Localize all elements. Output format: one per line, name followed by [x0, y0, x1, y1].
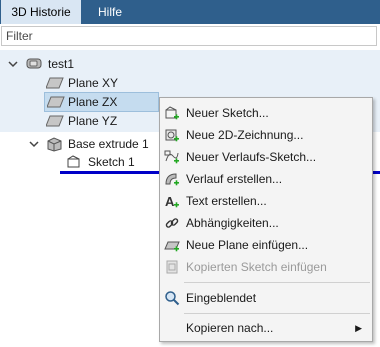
menu-label: Verlauf erstellen... [186, 172, 283, 186]
insert-plane-icon [164, 241, 180, 252]
plane-yz-label: Plane YZ [68, 114, 118, 128]
base-extrude-label: Base extrude 1 [68, 137, 149, 151]
menu-label: Text erstellen... [186, 194, 267, 208]
new-sketch-icon [165, 106, 179, 120]
create-text-icon: A [165, 194, 179, 209]
menu-item-new-sketch[interactable]: Neuer Sketch... [160, 102, 372, 124]
tree-node-root[interactable]: test1 [0, 54, 380, 74]
new-2d-drawing-icon [165, 129, 179, 142]
sketch-icon [67, 155, 80, 168]
menu-item-visible[interactable]: Eingeblendet [160, 287, 372, 309]
submenu-arrow-icon: ▶ [355, 323, 362, 333]
svg-text:A: A [165, 194, 175, 209]
chevron-down-icon[interactable] [28, 134, 40, 154]
tree-node-plane-zx[interactable]: Plane ZX [44, 92, 159, 112]
menu-label: Eingeblendet [186, 291, 257, 305]
visibility-icon [165, 291, 180, 306]
tree-node-plane-yz[interactable]: Plane YZ [0, 111, 160, 131]
menu-label: Neuer Verlaufs-Sketch... [186, 150, 317, 164]
plane-icon [47, 96, 65, 108]
menu-label: Kopierten Sketch einfügen [186, 260, 327, 274]
plane-zx-label: Plane ZX [68, 95, 118, 109]
plane-icon [46, 115, 64, 127]
tab-3d-history[interactable]: 3D Historie [1, 0, 81, 24]
path-sketch-icon [164, 150, 179, 164]
context-menu: Neuer Sketch... Neue 2D-Zeichnung... Neu… [159, 97, 373, 342]
plane-icon [46, 77, 64, 89]
menu-label: Neue Plane einfügen... [186, 238, 309, 252]
menu-label: Neuer Sketch... [186, 106, 269, 120]
plane-xy-label: Plane XY [68, 76, 119, 90]
menu-separator [184, 282, 370, 283]
menu-item-paste-sketch[interactable]: Kopierten Sketch einfügen [160, 256, 372, 278]
extrude-icon [47, 137, 62, 152]
filter-input[interactable] [2, 27, 380, 45]
menu-label: Kopieren nach... [186, 321, 274, 335]
part-icon [26, 58, 42, 69]
menu-label: Neue 2D-Zeichnung... [186, 128, 304, 142]
menu-item-dependencies[interactable]: Abhängigkeiten... [160, 212, 372, 234]
paste-sketch-icon [166, 260, 178, 274]
filter-box [1, 26, 380, 46]
create-sweep-icon [165, 173, 179, 186]
menu-item-new-path-sketch[interactable]: Neuer Verlaufs-Sketch... [160, 146, 372, 168]
tab-bar: 3D Historie Hilfe [0, 0, 380, 24]
menu-label: Abhängigkeiten... [186, 216, 279, 230]
tab-help[interactable]: Hilfe [84, 0, 136, 24]
menu-item-insert-plane[interactable]: Neue Plane einfügen... [160, 234, 372, 256]
tree-node-base-extrude[interactable]: Base extrude 1 [0, 134, 160, 154]
tree-node-plane-xy[interactable]: Plane XY [0, 73, 380, 93]
menu-item-copy-to[interactable]: Kopieren nach... ▶ [160, 317, 372, 339]
sketch-label: Sketch 1 [88, 155, 135, 169]
menu-separator [184, 313, 370, 314]
dependencies-icon [165, 218, 179, 228]
menu-item-create-text[interactable]: A Text erstellen... [160, 190, 372, 212]
tree-node-sketch[interactable]: Sketch 1 [0, 152, 160, 172]
chevron-down-icon[interactable] [7, 54, 19, 74]
menu-item-new-2d-drawing[interactable]: Neue 2D-Zeichnung... [160, 124, 372, 146]
tree-root-label: test1 [48, 57, 75, 71]
menu-item-create-sweep[interactable]: Verlauf erstellen... [160, 168, 372, 190]
